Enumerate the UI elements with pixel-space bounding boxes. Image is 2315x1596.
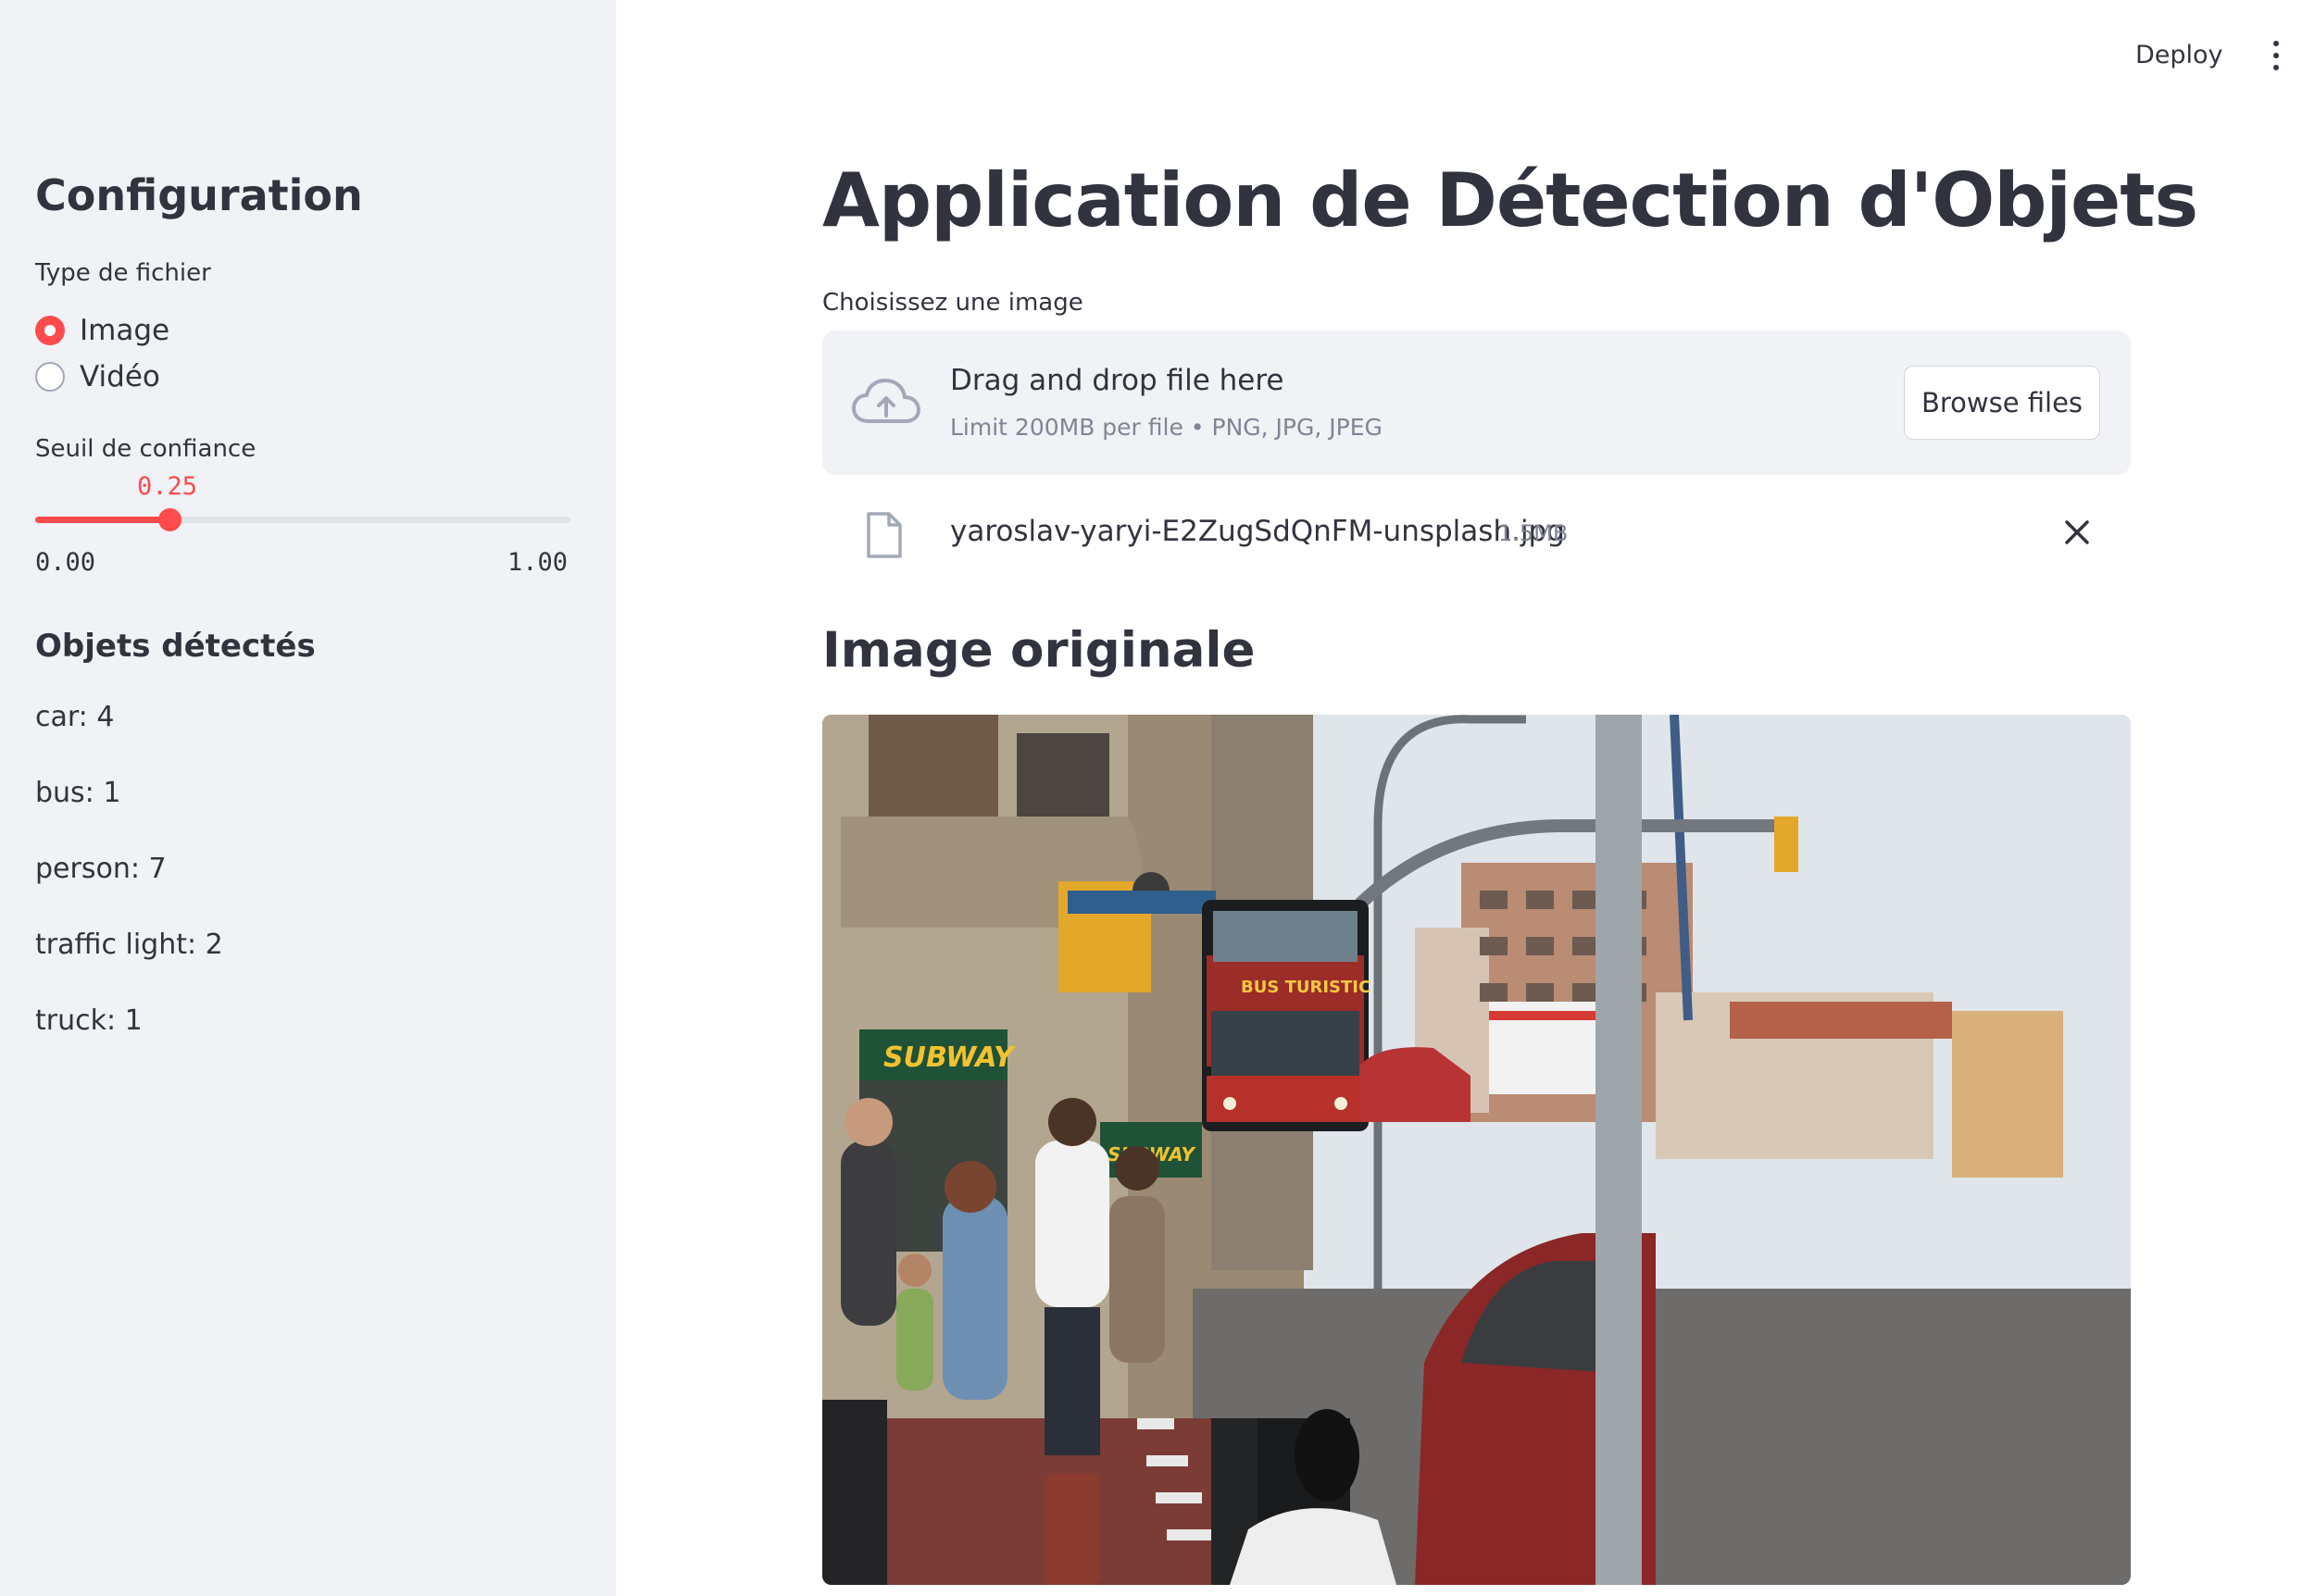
street-scene-image: SUBWAY SUBWAY BUS TURISTIC — [822, 715, 2131, 1585]
file-type-label: Type de fichier — [35, 259, 211, 287]
app-root: Configuration Type de fichier Image Vidé… — [0, 0, 2315, 1596]
detected-item: car: 4 — [35, 701, 115, 733]
radio-selected-icon[interactable] — [35, 316, 65, 345]
slider-thumb[interactable] — [157, 508, 181, 531]
page-title: Application de Détection d'Objets — [822, 157, 2198, 243]
deploy-button[interactable]: Deploy — [2135, 37, 2223, 74]
original-image-title: Image originale — [822, 622, 1256, 679]
radio-label-video: Vidéo — [80, 360, 160, 393]
browse-files-button[interactable]: Browse files — [1904, 366, 2100, 440]
slider-min-label: 0.00 — [35, 548, 96, 577]
confidence-slider[interactable] — [35, 508, 570, 531]
cloud-upload-icon — [852, 379, 920, 423]
radio-option-image[interactable]: Image — [35, 314, 169, 347]
slider-fill — [35, 517, 169, 523]
dropzone-limit: Limit 200MB per file • PNG, JPG, JPEG — [950, 414, 1383, 441]
uploaded-file-size: 1.5MB — [1498, 520, 1569, 546]
shop-sign: SUBWAY — [883, 1041, 1017, 1074]
slider-value: 0.25 — [137, 472, 198, 501]
vertical-dots-icon[interactable] — [2267, 41, 2285, 70]
uploader-label: Choisissez une image — [822, 289, 1083, 317]
original-image: SUBWAY SUBWAY BUS TURISTIC — [822, 715, 2131, 1585]
detected-item: bus: 1 — [35, 777, 121, 809]
close-icon[interactable] — [2063, 518, 2091, 546]
radio-label-image: Image — [80, 314, 170, 347]
radio-unselected-icon[interactable] — [35, 362, 65, 392]
sidebar: Configuration Type de fichier Image Vidé… — [0, 0, 616, 1596]
radio-option-video[interactable]: Vidéo — [35, 360, 160, 393]
detected-objects-title: Objets détectés — [35, 628, 316, 665]
dropzone-instructions: Drag and drop file here — [950, 364, 1284, 397]
bus-sign: BUS TURISTIC — [1241, 978, 1370, 997]
confidence-label: Seuil de confiance — [35, 435, 257, 463]
uploaded-file-row: yaroslav-yaryi-E2ZugSdQnFM-unsplash.jpg … — [822, 500, 2131, 567]
detected-item: traffic light: 2 — [35, 929, 223, 961]
slider-max-label: 1.00 — [507, 548, 569, 577]
file-dropzone[interactable]: Drag and drop file here Limit 200MB per … — [822, 330, 2131, 475]
file-icon — [867, 512, 902, 558]
detected-item: truck: 1 — [35, 1004, 143, 1037]
sidebar-title: Configuration — [35, 170, 363, 220]
detected-item: person: 7 — [35, 853, 167, 885]
uploaded-file-name: yaroslav-yaryi-E2ZugSdQnFM-unsplash.jpg — [950, 515, 1565, 548]
